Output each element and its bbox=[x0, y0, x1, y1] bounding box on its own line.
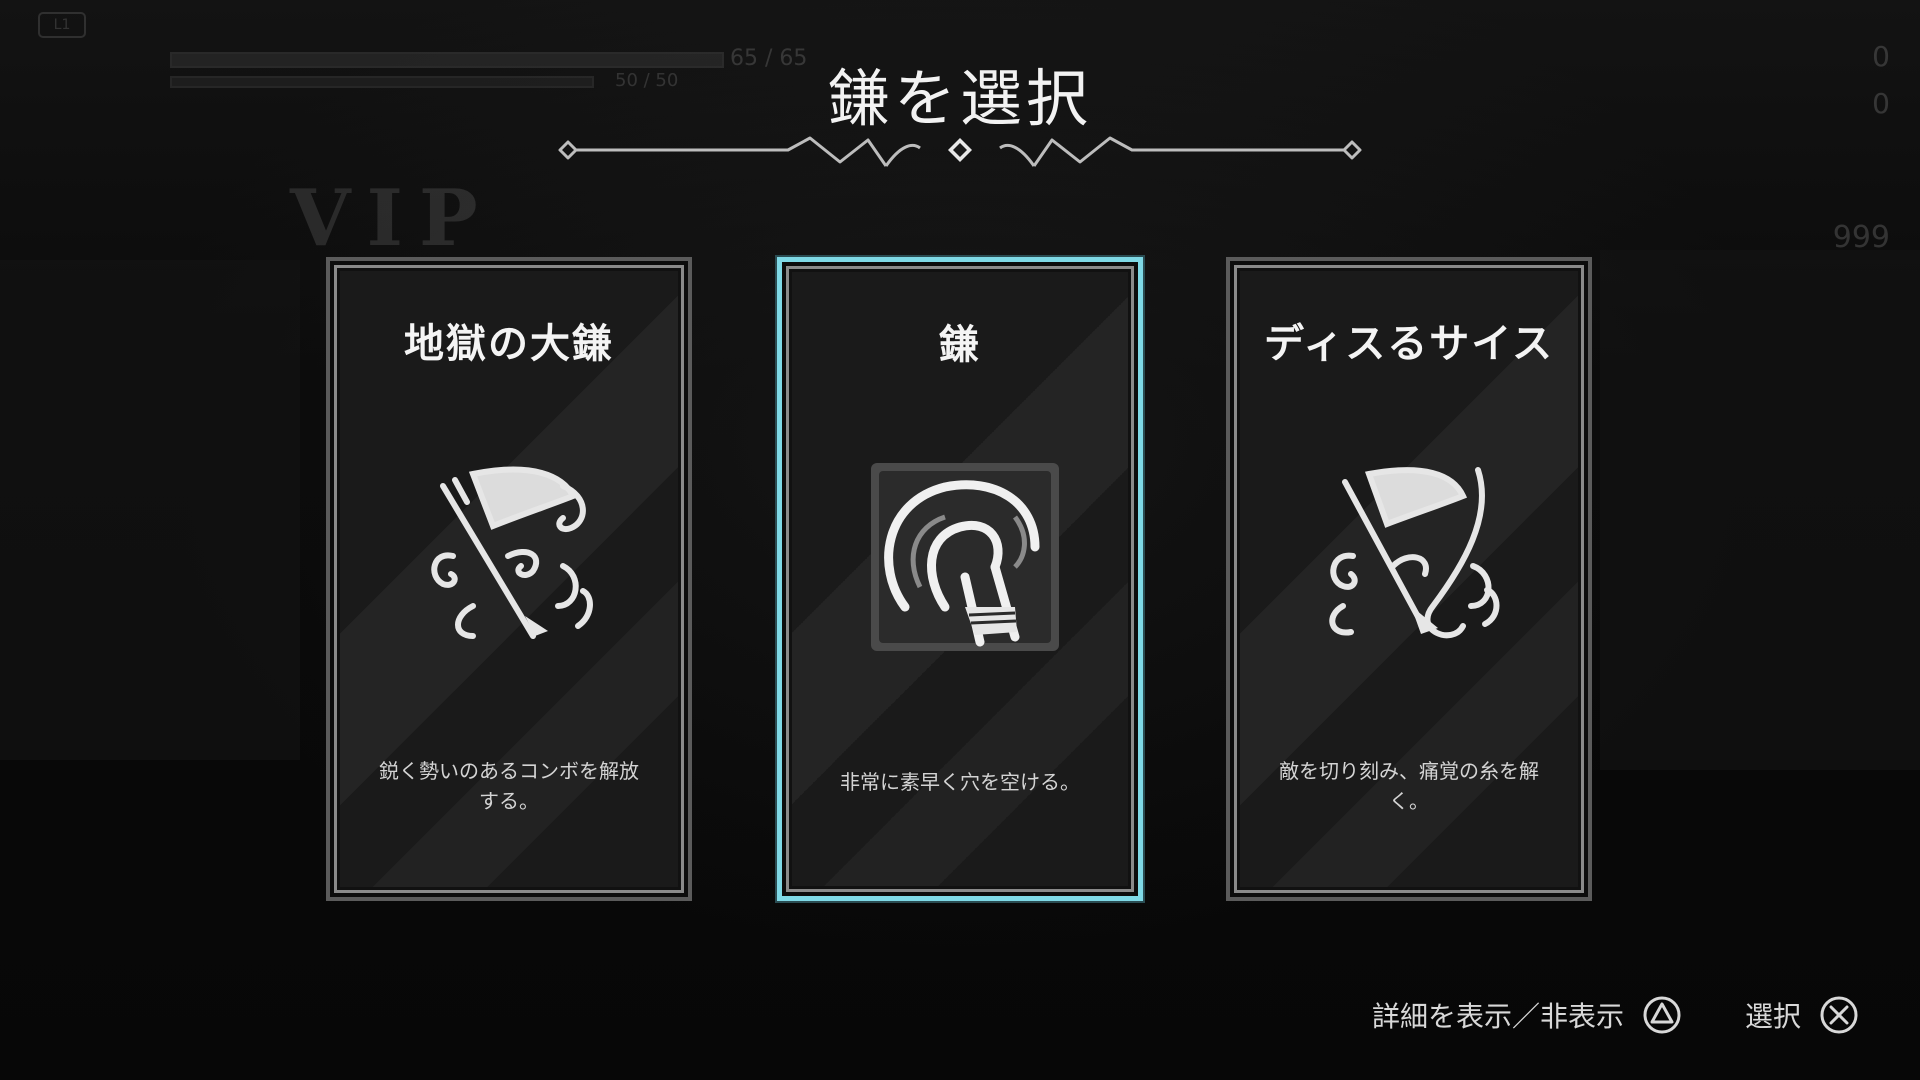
background-shadow-right bbox=[1600, 250, 1920, 770]
toggle-details-prompt[interactable]: 詳細を表示／非表示 bbox=[1372, 995, 1682, 1035]
card-title: 地獄の大鎌 bbox=[404, 321, 614, 367]
weapon-card-dissing-scythe[interactable]: ディスるサイス 敵を切り刻み、痛覚の糸を解く。 bbox=[1226, 257, 1592, 901]
page-title: 鎌を選択 bbox=[827, 62, 1092, 135]
vip-sign: VIP bbox=[290, 173, 494, 264]
title-ornament bbox=[558, 136, 1362, 167]
dissing-scythe-icon bbox=[1329, 467, 1500, 639]
cross-button-icon bbox=[1820, 996, 1858, 1034]
l1-button-label: L1 bbox=[38, 12, 86, 38]
card-description: 敵を切り刻み、痛覚の糸を解く。 bbox=[1279, 759, 1539, 813]
card-description: 鋭く勢いのあるコンボを解放する。 bbox=[379, 759, 639, 813]
background-shadow-left bbox=[0, 260, 300, 760]
toggle-details-label: 詳細を表示／非表示 bbox=[1372, 1000, 1625, 1033]
weapon-card-hell-scythe[interactable]: 地獄の大鎌 鋭く勢いのあるコンボを解放する。 bbox=[326, 257, 692, 901]
sickle-icon bbox=[871, 463, 1059, 651]
select-prompt[interactable]: 選択 bbox=[1745, 995, 1859, 1035]
currency-counter: 999 bbox=[1832, 220, 1890, 255]
card-title: 鎌 bbox=[939, 322, 981, 368]
card-title: ディスるサイス bbox=[1264, 321, 1554, 367]
select-label: 選択 bbox=[1745, 1000, 1802, 1033]
triangle-button-icon bbox=[1643, 996, 1681, 1034]
hell-scythe-icon bbox=[431, 466, 593, 639]
weapon-card-sickle[interactable]: 鎌 非常に素早く穴を空ける。 bbox=[777, 257, 1143, 901]
card-description: 非常に素早く穴を空ける。 bbox=[840, 770, 1080, 794]
